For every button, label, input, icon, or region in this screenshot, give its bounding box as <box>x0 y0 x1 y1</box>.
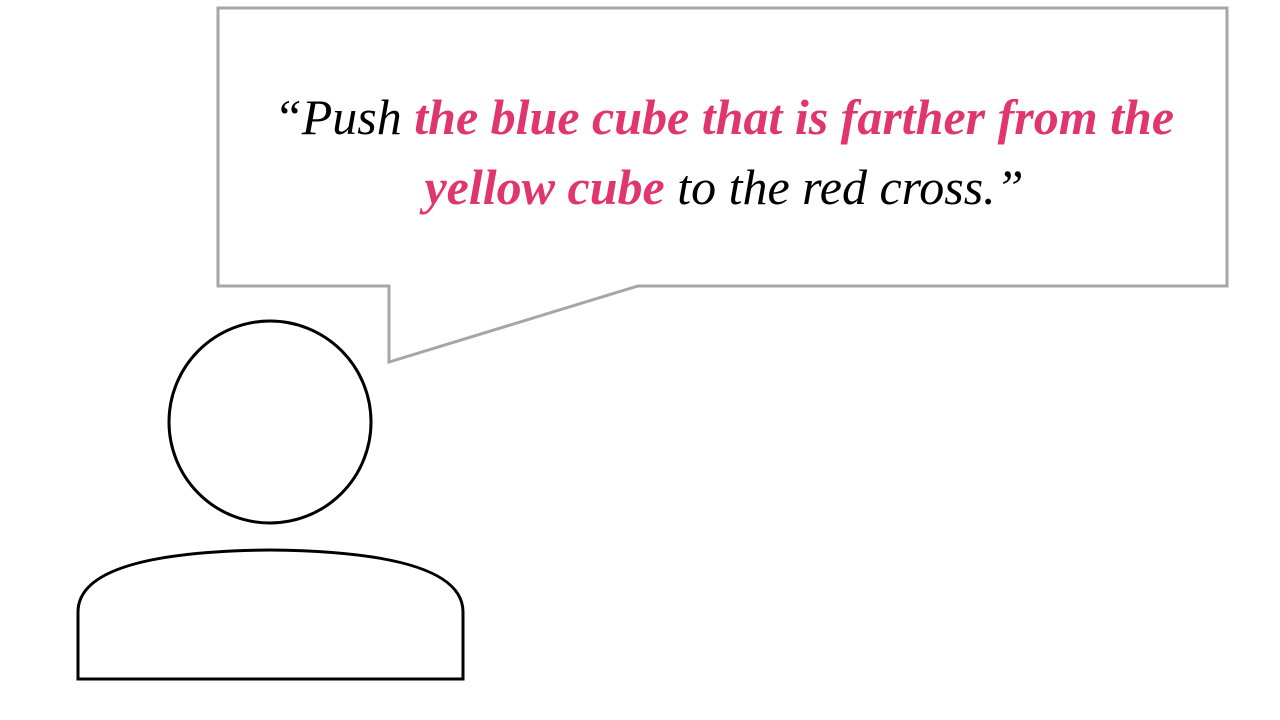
person-icon <box>76 319 465 681</box>
person-body <box>76 548 465 681</box>
close-quote: ” <box>995 159 1024 215</box>
diagram-canvas: “Push the blue cube that is farther from… <box>0 0 1280 720</box>
speech-text: “Push the blue cube that is farther from… <box>222 82 1226 222</box>
speech-text-start: Push <box>301 89 415 145</box>
speech-text-end: to the red cross. <box>664 159 996 215</box>
open-quote: “ <box>273 89 302 145</box>
person-head <box>167 319 373 525</box>
